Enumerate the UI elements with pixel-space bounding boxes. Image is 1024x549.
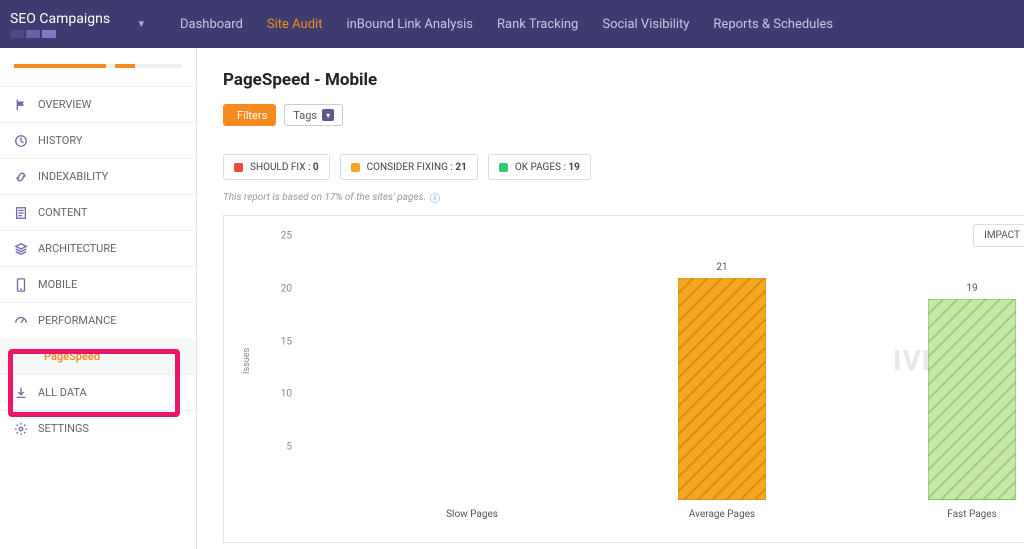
- brand-selector[interactable]: SEO Campaigns ▾: [0, 11, 154, 38]
- tags-button[interactable]: Tags ▾: [284, 104, 343, 126]
- gauge-icon: [14, 314, 28, 328]
- sidebar-item-history[interactable]: HISTORY: [0, 122, 196, 158]
- filters-label: Filters: [237, 109, 267, 122]
- chevron-down-icon: ▾: [138, 17, 144, 30]
- legend-should-fix[interactable]: SHOULD FIX : 0: [223, 154, 330, 180]
- chevron-down-icon: ▾: [322, 109, 334, 121]
- bar-value: 21: [678, 262, 766, 273]
- bar-value: 19: [928, 283, 1016, 294]
- sidebar-item-architecture[interactable]: ARCHITECTURE: [0, 230, 196, 266]
- x-category: Slow Pages: [392, 509, 552, 520]
- sidebar-item-performance[interactable]: PERFORMANCE: [0, 302, 196, 338]
- flag-icon: [14, 98, 28, 112]
- tags-label: Tags: [293, 109, 317, 122]
- sidebar-label: PERFORMANCE: [38, 314, 117, 327]
- top-nav: SEO Campaigns ▾ Dashboard Site Audit inBou…: [0, 0, 1024, 48]
- toolbar: Filters Tags ▾: [223, 104, 1024, 126]
- legend-bar: SHOULD FIX : 0 CONSIDER FIXING : 21 OK PAG…: [223, 154, 1024, 180]
- sidebar-label: ALL DATA: [38, 386, 87, 399]
- y-tick: 5: [268, 442, 292, 453]
- sidebar-label: HISTORY: [38, 134, 82, 147]
- y-axis-label: Issues: [242, 348, 252, 374]
- bar-average-pages[interactable]: 21: [678, 278, 766, 500]
- nav-tab-dashboard[interactable]: Dashboard: [180, 17, 243, 32]
- info-icon[interactable]: ⓘ: [430, 190, 440, 205]
- sidebar-item-overview[interactable]: OVERVIEW: [0, 86, 196, 122]
- brand-swatches: [10, 30, 110, 38]
- y-tick: 10: [268, 389, 292, 400]
- download-icon: [14, 386, 28, 400]
- report-note: This report is based on 17% of the sites…: [223, 190, 1024, 205]
- clock-icon: [14, 134, 28, 148]
- phone-icon: [14, 278, 28, 292]
- layers-icon: [14, 242, 28, 256]
- doc-icon: [14, 206, 28, 220]
- nav-tab-site-audit[interactable]: Site Audit: [267, 17, 323, 32]
- note-text: This report is based on 17% of the sites…: [223, 192, 426, 203]
- bar-fast-pages[interactable]: 19: [928, 299, 1016, 500]
- gear-icon: [14, 422, 28, 436]
- sidebar-label: INDEXABILITY: [38, 170, 108, 183]
- page-title: PageSpeed - Mobile: [223, 70, 1024, 90]
- nav-tabs: Dashboard Site Audit inBound Link Analysis…: [154, 17, 833, 32]
- status-dot: [351, 163, 360, 172]
- chart-plot: 510152025Slow Pages21Average Pages19Fast…: [298, 236, 1024, 500]
- sidebar-progress: [14, 64, 182, 68]
- sidebar-item-settings[interactable]: SETTINGS: [0, 410, 196, 446]
- main-panel: PageSpeed - Mobile Filters Tags ▾ SHOULD…: [197, 48, 1024, 549]
- legend-ok-pages[interactable]: OK PAGES : 19: [488, 154, 591, 180]
- status-dot: [234, 163, 243, 172]
- sidebar-subitem-pagespeed[interactable]: PageSpeed: [0, 338, 196, 374]
- legend-consider-fixing[interactable]: CONSIDER FIXING : 21: [340, 154, 478, 180]
- status-dot: [499, 163, 508, 172]
- x-category: Fast Pages: [892, 509, 1024, 520]
- sidebar-label: CONTENT: [38, 206, 88, 219]
- y-tick: 20: [268, 283, 292, 294]
- nav-tab-social-visibility[interactable]: Social Visibility: [602, 17, 689, 32]
- brand-title: SEO Campaigns: [10, 11, 110, 27]
- sidebar-label: OVERVIEW: [38, 98, 91, 111]
- sidebar-label: SETTINGS: [38, 422, 89, 435]
- sidebar-label: ARCHITECTURE: [38, 242, 116, 255]
- sidebar: OVERVIEW HISTORY INDEXABILITY CONTENT ARCHIT…: [0, 48, 197, 549]
- sidebar-nav: OVERVIEW HISTORY INDEXABILITY CONTENT ARCHIT…: [0, 86, 196, 446]
- nav-tab-rank-tracking[interactable]: Rank Tracking: [497, 17, 578, 32]
- sidebar-label: MOBILE: [38, 278, 77, 291]
- sidebar-item-all-data[interactable]: ALL DATA: [0, 374, 196, 410]
- nav-tab-inbound-link-analysis[interactable]: inBound Link Analysis: [346, 17, 473, 32]
- y-tick: 15: [268, 336, 292, 347]
- nav-tab-reports-schedules[interactable]: Reports & Schedules: [713, 17, 833, 32]
- x-category: Average Pages: [642, 509, 802, 520]
- sidebar-item-indexability[interactable]: INDEXABILITY: [0, 158, 196, 194]
- sidebar-item-content[interactable]: CONTENT: [0, 194, 196, 230]
- y-tick: 25: [268, 231, 292, 242]
- filters-button[interactable]: Filters: [223, 104, 276, 126]
- chart-container: Issues IVESEO 510152025Slow Pages21Avera…: [223, 215, 1024, 543]
- sidebar-item-mobile[interactable]: MOBILE: [0, 266, 196, 302]
- link-icon: [14, 170, 28, 184]
